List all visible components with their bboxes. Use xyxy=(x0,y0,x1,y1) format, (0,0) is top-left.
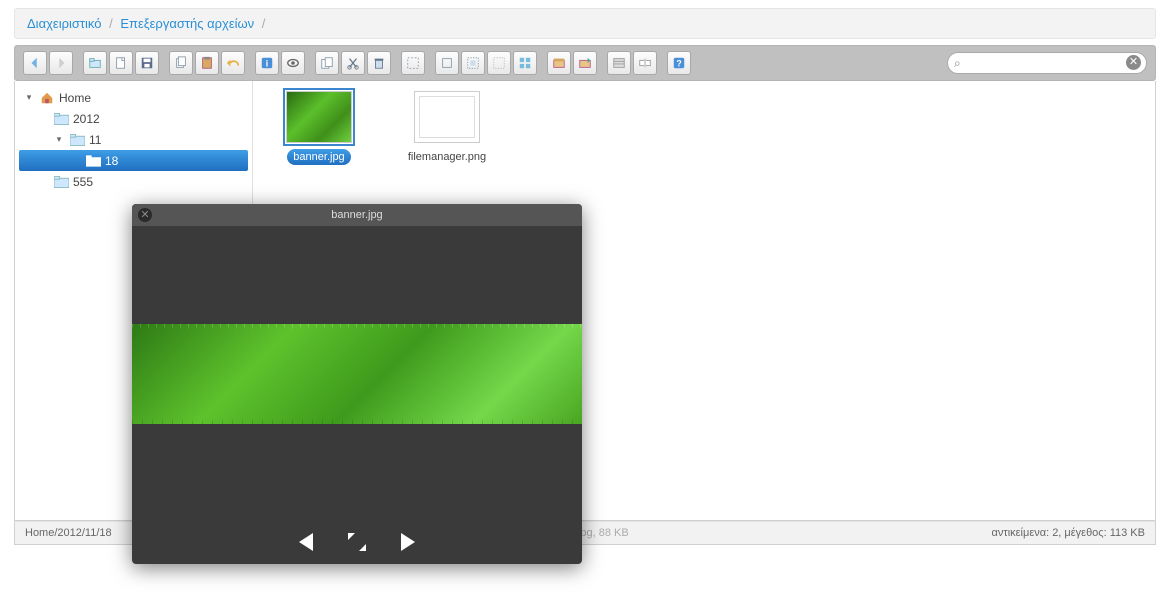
newfile-button[interactable] xyxy=(109,51,133,75)
forward-button[interactable] xyxy=(49,51,73,75)
duplicate-button[interactable] xyxy=(315,51,339,75)
tree-18[interactable]: 18 xyxy=(19,150,248,171)
info-button[interactable]: i xyxy=(255,51,279,75)
newfolder-button[interactable] xyxy=(83,51,107,75)
cut-button[interactable] xyxy=(341,51,365,75)
breadcrumb-sep: / xyxy=(109,16,113,31)
breadcrumb-admin[interactable]: Διαχειριστικό xyxy=(27,16,102,31)
selectall-button[interactable] xyxy=(461,51,485,75)
tree-555[interactable]: 555 xyxy=(19,171,248,192)
preview-window[interactable]: ✕ banner.jpg xyxy=(132,204,582,564)
folder-icon xyxy=(53,175,69,189)
extract-button[interactable] xyxy=(573,51,597,75)
preview-image xyxy=(132,324,582,424)
search-input[interactable] xyxy=(947,52,1147,74)
tree-11[interactable]: ▾ 11 xyxy=(19,129,248,150)
file-thumb xyxy=(414,91,480,143)
permissions-button[interactable] xyxy=(607,51,631,75)
help-button[interactable]: ? xyxy=(667,51,691,75)
svg-text:i: i xyxy=(266,59,268,69)
tree-label: 555 xyxy=(73,175,93,189)
file-thumb xyxy=(286,91,352,143)
tree-label: Home xyxy=(59,91,91,105)
copy-button[interactable] xyxy=(169,51,193,75)
preview-titlebar[interactable]: ✕ banner.jpg xyxy=(132,204,582,226)
close-icon[interactable]: ✕ xyxy=(138,208,152,222)
preview-title-text: banner.jpg xyxy=(331,209,382,221)
breadcrumb-page[interactable]: Επεξεργαστής αρχείων xyxy=(120,16,254,31)
toggle-icon[interactable]: ▾ xyxy=(23,92,35,103)
search-clear-icon[interactable]: ✕ xyxy=(1126,55,1141,70)
search-box: ⌕ ✕ xyxy=(947,52,1147,74)
folder-icon xyxy=(69,133,85,147)
back-button[interactable] xyxy=(23,51,47,75)
next-icon[interactable] xyxy=(393,530,421,557)
svg-text:?: ? xyxy=(676,59,681,69)
status-summary: αντικείμενα: 2, μέγεθος: 113 KB xyxy=(991,527,1145,539)
breadcrumb: Διαχειριστικό / Επεξεργαστής αρχείων / xyxy=(14,8,1156,39)
save-button[interactable] xyxy=(135,51,159,75)
file-label: banner.jpg xyxy=(287,149,350,165)
toggle-icon[interactable]: ▾ xyxy=(53,134,65,145)
preview-controls xyxy=(132,522,582,564)
delete-button[interactable] xyxy=(367,51,391,75)
tree-label: 2012 xyxy=(73,112,100,126)
file-item-banner[interactable]: banner.jpg xyxy=(269,91,369,168)
file-item-filemanager[interactable]: filemanager.png xyxy=(397,91,497,168)
fit-button[interactable] xyxy=(401,51,425,75)
preview-body xyxy=(132,226,582,522)
tree-label: 11 xyxy=(89,133,101,147)
fullscreen-icon[interactable] xyxy=(343,530,371,557)
folder-icon xyxy=(53,112,69,126)
home-icon xyxy=(39,91,55,105)
archive-button[interactable] xyxy=(547,51,571,75)
toolbar: i ? ⌕ ✕ xyxy=(14,45,1156,81)
select-button[interactable] xyxy=(435,51,459,75)
status-path: Home/2012/11/18 xyxy=(25,527,112,539)
paste-button[interactable] xyxy=(195,51,219,75)
preview-button[interactable] xyxy=(281,51,305,75)
undo-button[interactable] xyxy=(221,51,245,75)
grid-button[interactable] xyxy=(513,51,537,75)
tree-label: 18 xyxy=(105,154,118,168)
tree-2012[interactable]: 2012 xyxy=(19,108,248,129)
search-icon: ⌕ xyxy=(954,56,961,71)
breadcrumb-sep: / xyxy=(262,16,266,31)
rename-button[interactable] xyxy=(633,51,657,75)
tree-home[interactable]: ▾ Home xyxy=(19,87,248,108)
prev-icon[interactable] xyxy=(293,530,321,557)
folder-open-icon xyxy=(85,154,101,168)
deselect-button[interactable] xyxy=(487,51,511,75)
file-label: filemanager.png xyxy=(402,149,492,165)
